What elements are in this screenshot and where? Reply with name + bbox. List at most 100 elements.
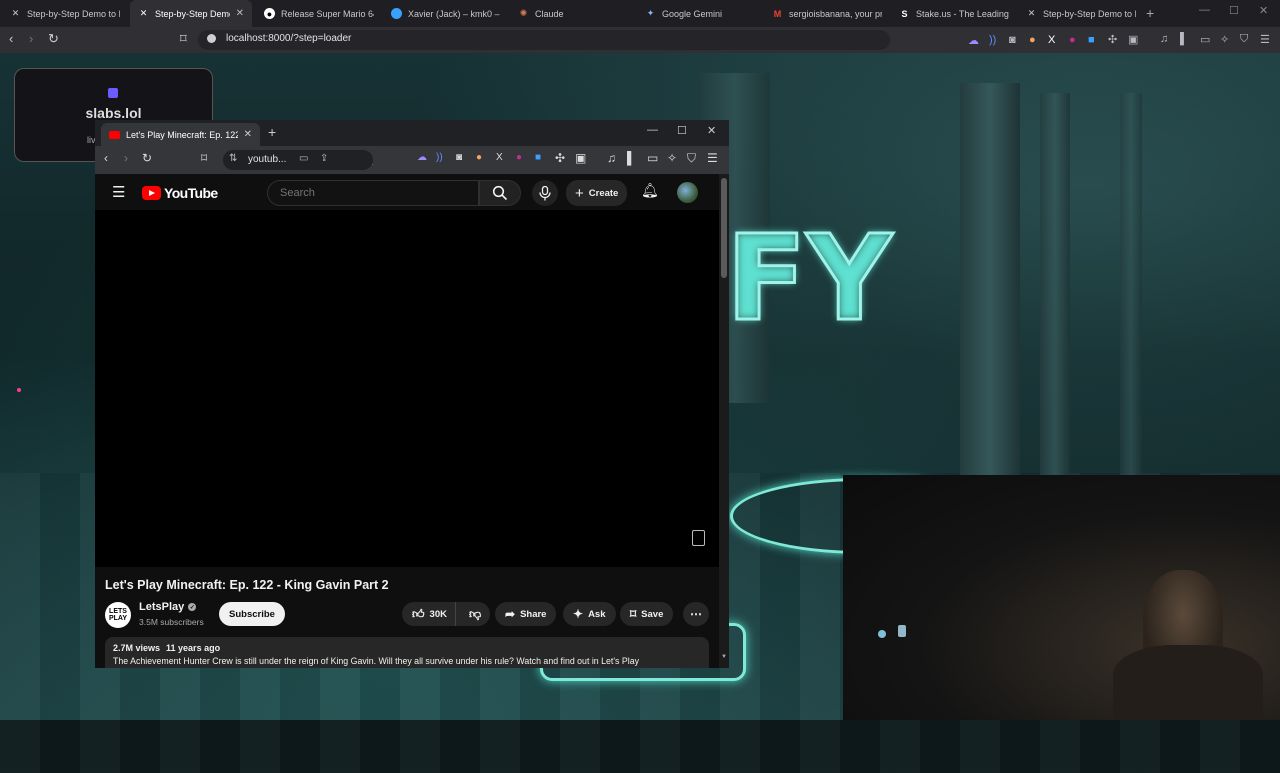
- browser-tab[interactable]: Xavier (Jack) – kmk0 – @: [383, 0, 509, 27]
- sidebar-icon[interactable]: ▌: [627, 151, 636, 165]
- search-icon: [492, 185, 508, 201]
- description-meta: 2.7M views 11 years ago: [113, 643, 220, 653]
- sidebar-icon[interactable]: ▌: [1180, 33, 1188, 45]
- create-button[interactable]: + Create: [566, 180, 628, 206]
- back-icon[interactable]: ‹: [9, 31, 13, 46]
- scroll-down-icon[interactable]: ▼: [721, 654, 727, 660]
- wallet-icon[interactable]: ▣: [575, 151, 586, 165]
- forward-icon[interactable]: ›: [124, 151, 128, 165]
- maximize-icon[interactable]: ☐: [1229, 4, 1239, 17]
- hamburger-menu-icon[interactable]: ☰: [112, 183, 125, 201]
- wallet-icon[interactable]: ▭: [647, 151, 658, 165]
- extension-icon[interactable]: ●: [476, 152, 482, 163]
- extension-icon[interactable]: )): [989, 34, 996, 46]
- close-tab-icon[interactable]: ✕: [244, 129, 252, 140]
- popup-tab-bar: Let's Play Minecraft: Ep. 122 ✕ + — ☐ ✕: [95, 120, 729, 146]
- description-box[interactable]: 2.7M views 11 years ago The Achievement …: [105, 637, 709, 668]
- subscribe-button[interactable]: Subscribe: [219, 602, 285, 626]
- camera-icon[interactable]: ◙: [1009, 34, 1016, 46]
- site-info-icon[interactable]: [207, 34, 216, 43]
- reload-icon[interactable]: ↻: [142, 151, 152, 165]
- wallet-icon[interactable]: ▣: [1128, 33, 1138, 46]
- reload-icon[interactable]: ↻: [48, 31, 59, 47]
- forward-icon[interactable]: ›: [29, 31, 33, 46]
- popup-tab[interactable]: Let's Play Minecraft: Ep. 122 ✕: [101, 123, 260, 146]
- miniplayer-icon[interactable]: [692, 530, 705, 546]
- music-icon[interactable]: ♫: [607, 151, 616, 165]
- leo-ai-icon[interactable]: ✧: [1220, 33, 1229, 46]
- bookmark-icon[interactable]: ⌑: [201, 151, 207, 165]
- avatar[interactable]: [677, 182, 698, 203]
- minimize-icon[interactable]: —: [1199, 4, 1210, 16]
- save-button[interactable]: ⌑ Save: [620, 602, 674, 626]
- channel-name-row[interactable]: LetsPlay ✓: [139, 601, 197, 613]
- browser-tab[interactable]: ✺ Claude: [510, 0, 636, 27]
- notifications-bell-icon[interactable]: 🔔︎: [641, 182, 659, 199]
- new-tab-button[interactable]: +: [1146, 5, 1154, 21]
- tab-title: Step-by-Step Demo to Int: [27, 8, 120, 19]
- extension-icon[interactable]: ■: [535, 152, 541, 163]
- minimize-icon[interactable]: —: [647, 124, 658, 136]
- site-settings-icon[interactable]: ⇅: [229, 153, 237, 164]
- browser-tab[interactable]: ● Release Super Mario 64 C: [256, 0, 382, 27]
- maximize-icon[interactable]: ☐: [677, 124, 687, 137]
- channel-name[interactable]: LetsPlay: [139, 601, 184, 613]
- share-icon[interactable]: ⇪: [320, 153, 328, 164]
- youtube-logo[interactable]: YouTube: [142, 185, 218, 201]
- close-window-icon[interactable]: ✕: [707, 124, 716, 137]
- popup-address-bar[interactable]: ⇅ youtub... ▭ ⇪: [223, 150, 373, 170]
- close-tab-icon[interactable]: ✕: [236, 8, 244, 19]
- search-button[interactable]: [479, 180, 521, 206]
- channel-avatar[interactable]: LETS PLAY: [105, 602, 131, 628]
- voice-search-button[interactable]: [532, 180, 558, 206]
- popup-toolbar: ‹ › ↻ ⌑ ☁ )) ◙ ● X ● ■ ✣ ▣ ♫ ▌ ▭ ✧ ⛉ ☰: [95, 146, 729, 174]
- music-icon[interactable]: ♫: [1160, 33, 1168, 45]
- cast-icon[interactable]: ▭: [299, 153, 308, 164]
- extension-icon[interactable]: ●: [516, 152, 522, 163]
- puzzle-icon[interactable]: ✣: [555, 151, 565, 165]
- slabs-title: slabs.lol: [85, 105, 142, 121]
- address-text[interactable]: localhost:8000/?step=loader: [226, 33, 351, 44]
- browser-tab[interactable]: S Stake.us - The Leading So: [891, 0, 1017, 27]
- back-icon[interactable]: ‹: [104, 151, 108, 165]
- ask-label: Ask: [588, 608, 606, 620]
- extension-icon[interactable]: X: [496, 152, 503, 163]
- slabs-logo-icon: [108, 88, 118, 98]
- bookmark-icon[interactable]: ⌑: [180, 31, 187, 47]
- browser-tab[interactable]: M sergioisbanana, your pre-: [764, 0, 890, 27]
- sparkle-icon: ✦: [573, 607, 584, 621]
- extension-icon[interactable]: X: [1048, 34, 1055, 46]
- close-window-icon[interactable]: ✕: [1259, 4, 1268, 17]
- browser-tab-active[interactable]: ✕ Step-by-Step Demo to ✕: [130, 0, 252, 27]
- dislike-button[interactable]: 👎︎: [461, 602, 489, 626]
- extension-icon[interactable]: )): [436, 152, 443, 163]
- ask-button[interactable]: ✦ Ask: [563, 602, 616, 626]
- puzzle-icon[interactable]: ✣: [1108, 33, 1117, 46]
- save-label: Save: [641, 608, 664, 620]
- extension-icon[interactable]: ■: [1088, 34, 1095, 46]
- scrollbar-thumb[interactable]: [721, 178, 727, 278]
- like-button[interactable]: 👍︎ 30K: [402, 602, 456, 626]
- extension-icon[interactable]: ●: [1029, 34, 1036, 46]
- vpn-icon[interactable]: ⛉: [1240, 33, 1248, 46]
- extension-icon[interactable]: ☁: [968, 34, 979, 47]
- extension-icon[interactable]: ●: [1069, 34, 1076, 46]
- video-player[interactable]: [95, 210, 719, 567]
- browser-tab[interactable]: ✦ Google Gemini: [637, 0, 763, 27]
- search-input[interactable]: [267, 180, 479, 206]
- wallet-icon[interactable]: ▭: [1200, 33, 1210, 46]
- vpn-icon[interactable]: ⛉: [687, 151, 696, 166]
- camera-icon[interactable]: ◙: [456, 152, 462, 163]
- menu-icon[interactable]: ☰: [1260, 33, 1270, 46]
- browser-tab[interactable]: ✕ Step-by-Step Demo to Int: [2, 0, 128, 27]
- leo-ai-icon[interactable]: ✧: [667, 151, 677, 165]
- create-label: Create: [588, 187, 619, 199]
- popup-address-text[interactable]: youtub...: [248, 154, 286, 165]
- menu-icon[interactable]: ☰: [707, 151, 718, 165]
- extension-icon[interactable]: ☁: [417, 152, 427, 163]
- page-scrollbar[interactable]: ▼: [719, 174, 729, 668]
- new-tab-button[interactable]: +: [268, 124, 276, 140]
- share-button[interactable]: ➦ Share: [495, 602, 557, 626]
- more-actions-button[interactable]: ⋯: [683, 602, 709, 626]
- browser-tab[interactable]: ✕ Step-by-Step Demo to Int: [1018, 0, 1144, 27]
